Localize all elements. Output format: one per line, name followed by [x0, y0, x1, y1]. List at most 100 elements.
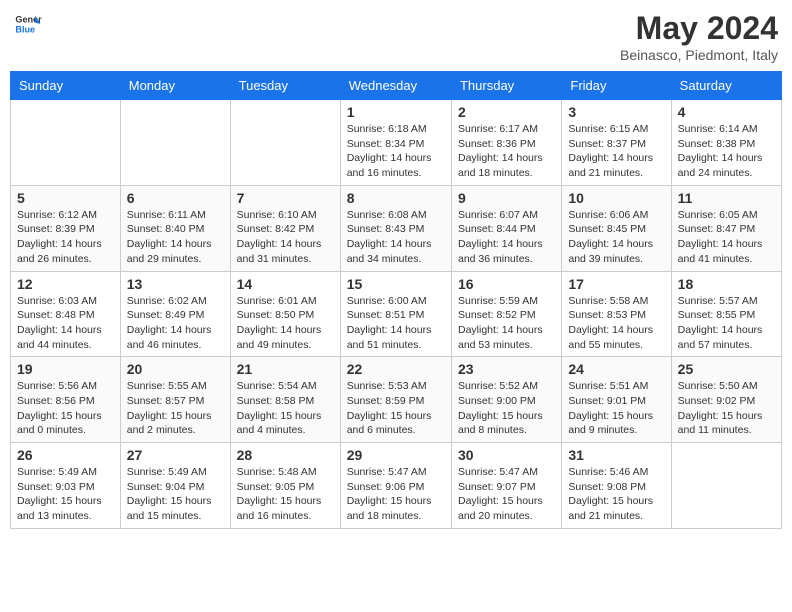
calendar-cell: 23 Sunrise: 5:52 AM Sunset: 9:00 PM Dayli… [451, 357, 561, 443]
calendar-header-row: SundayMondayTuesdayWednesdayThursdayFrid… [11, 72, 782, 100]
day-info: Sunrise: 6:07 AM Sunset: 8:44 PM Dayligh… [458, 208, 555, 267]
day-number: 10 [568, 190, 664, 206]
calendar-cell: 22Sunrise: 5:53 AM Sunset: 8:59 PM Dayli… [340, 357, 451, 443]
day-number: 29 [347, 447, 445, 463]
day-info: Sunrise: 6:15 AM Sunset: 8:37 PM Dayligh… [568, 122, 664, 181]
column-header-wednesday: Wednesday [340, 72, 451, 100]
day-number: 24 [568, 361, 664, 377]
page-header: General Blue May 2024 Beinasco, Piedmont… [10, 10, 782, 63]
day-info: Sunrise: 6:05 AM Sunset: 8:47 PM Dayligh… [678, 208, 775, 267]
calendar-cell: 21Sunrise: 5:54 AM Sunset: 8:58 PM Dayli… [230, 357, 340, 443]
day-info: Sunrise: 5:55 AM Sunset: 8:57 PM Dayligh… [127, 379, 224, 438]
calendar-cell [120, 100, 230, 186]
calendar-cell: 18 Sunrise: 5:57 AM Sunset: 8:55 PM Dayli… [671, 271, 781, 357]
day-info: Sunrise: 6:14 AM Sunset: 8:38 PM Dayligh… [678, 122, 775, 181]
calendar-cell: 15 Sunrise: 6:00 AM Sunset: 8:51 PM Dayli… [340, 271, 451, 357]
calendar-week-row: 5 Sunrise: 6:12 AM Sunset: 8:39 PM Daylig… [11, 185, 782, 271]
day-number: 5 [17, 190, 114, 206]
calendar-cell: 3 Sunrise: 6:15 AM Sunset: 8:37 PM Daylig… [562, 100, 671, 186]
calendar-week-row: 1 Sunrise: 6:18 AM Sunset: 8:34 PM Daylig… [11, 100, 782, 186]
day-number: 3 [568, 104, 664, 120]
day-number: 19 [17, 361, 114, 377]
calendar-cell: 24 Sunrise: 5:51 AM Sunset: 9:01 PM Dayli… [562, 357, 671, 443]
day-info: Sunrise: 5:58 AM Sunset: 8:53 PM Dayligh… [568, 294, 664, 353]
day-info: Sunrise: 5:49 AM Sunset: 9:04 PM Dayligh… [127, 465, 224, 524]
title-block: May 2024 Beinasco, Piedmont, Italy [620, 10, 778, 63]
calendar-cell: 11 Sunrise: 6:05 AM Sunset: 8:47 PM Dayli… [671, 185, 781, 271]
day-number: 18 [678, 276, 775, 292]
calendar-cell: 28 Sunrise: 5:48 AM Sunset: 9:05 PM Dayli… [230, 443, 340, 529]
day-number: 7 [237, 190, 334, 206]
calendar-cell: 10 Sunrise: 6:06 AM Sunset: 8:45 PM Dayli… [562, 185, 671, 271]
calendar-table: SundayMondayTuesdayWednesdayThursdayFrid… [10, 71, 782, 529]
calendar-cell: 12 Sunrise: 6:03 AM Sunset: 8:48 PM Dayli… [11, 271, 121, 357]
day-info: Sunrise: 6:11 AM Sunset: 8:40 PM Dayligh… [127, 208, 224, 267]
day-number: 16 [458, 276, 555, 292]
column-header-thursday: Thursday [451, 72, 561, 100]
svg-text:Blue: Blue [15, 24, 35, 34]
day-info: Sunrise: 5:57 AM Sunset: 8:55 PM Dayligh… [678, 294, 775, 353]
day-info: Sunrise: 5:53 AM Sunset: 8:59 PM Dayligh… [347, 379, 445, 438]
day-number: 26 [17, 447, 114, 463]
day-number: 17 [568, 276, 664, 292]
calendar-cell: 29 Sunrise: 5:47 AM Sunset: 9:06 PM Dayli… [340, 443, 451, 529]
day-number: 6 [127, 190, 224, 206]
day-number: 9 [458, 190, 555, 206]
calendar-cell: 20 Sunrise: 5:55 AM Sunset: 8:57 PM Dayli… [120, 357, 230, 443]
day-info: Sunrise: 6:01 AM Sunset: 8:50 PM Dayligh… [237, 294, 334, 353]
day-number: 31 [568, 447, 664, 463]
day-info: Sunrise: 6:08 AM Sunset: 8:43 PM Dayligh… [347, 208, 445, 267]
day-info: Sunrise: 6:18 AM Sunset: 8:34 PM Dayligh… [347, 122, 445, 181]
column-header-friday: Friday [562, 72, 671, 100]
calendar-week-row: 26Sunrise: 5:49 AM Sunset: 9:03 PM Dayli… [11, 443, 782, 529]
calendar-cell: 26Sunrise: 5:49 AM Sunset: 9:03 PM Dayli… [11, 443, 121, 529]
day-info: Sunrise: 5:54 AM Sunset: 8:58 PM Dayligh… [237, 379, 334, 438]
day-number: 20 [127, 361, 224, 377]
calendar-cell: 2 Sunrise: 6:17 AM Sunset: 8:36 PM Daylig… [451, 100, 561, 186]
day-info: Sunrise: 5:52 AM Sunset: 9:00 PM Dayligh… [458, 379, 555, 438]
day-number: 15 [347, 276, 445, 292]
day-info: Sunrise: 5:46 AM Sunset: 9:08 PM Dayligh… [568, 465, 664, 524]
calendar-cell [11, 100, 121, 186]
logo-icon: General Blue [14, 10, 42, 38]
calendar-cell: 14 Sunrise: 6:01 AM Sunset: 8:50 PM Dayli… [230, 271, 340, 357]
calendar-cell: 7Sunrise: 6:10 AM Sunset: 8:42 PM Daylig… [230, 185, 340, 271]
day-number: 12 [17, 276, 114, 292]
calendar-cell: 6 Sunrise: 6:11 AM Sunset: 8:40 PM Daylig… [120, 185, 230, 271]
calendar-week-row: 19 Sunrise: 5:56 AM Sunset: 8:56 PM Dayli… [11, 357, 782, 443]
day-info: Sunrise: 5:47 AM Sunset: 9:06 PM Dayligh… [347, 465, 445, 524]
calendar-cell: 8Sunrise: 6:08 AM Sunset: 8:43 PM Daylig… [340, 185, 451, 271]
column-header-saturday: Saturday [671, 72, 781, 100]
day-number: 4 [678, 104, 775, 120]
day-info: Sunrise: 5:56 AM Sunset: 8:56 PM Dayligh… [17, 379, 114, 438]
day-number: 30 [458, 447, 555, 463]
day-info: Sunrise: 6:03 AM Sunset: 8:48 PM Dayligh… [17, 294, 114, 353]
calendar-cell: 31 Sunrise: 5:46 AM Sunset: 9:08 PM Dayli… [562, 443, 671, 529]
calendar-cell: 13Sunrise: 6:02 AM Sunset: 8:49 PM Dayli… [120, 271, 230, 357]
day-number: 13 [127, 276, 224, 292]
day-number: 1 [347, 104, 445, 120]
day-info: Sunrise: 6:17 AM Sunset: 8:36 PM Dayligh… [458, 122, 555, 181]
column-header-sunday: Sunday [11, 72, 121, 100]
day-number: 14 [237, 276, 334, 292]
day-info: Sunrise: 6:06 AM Sunset: 8:45 PM Dayligh… [568, 208, 664, 267]
day-number: 27 [127, 447, 224, 463]
calendar-cell: 1 Sunrise: 6:18 AM Sunset: 8:34 PM Daylig… [340, 100, 451, 186]
day-info: Sunrise: 6:12 AM Sunset: 8:39 PM Dayligh… [17, 208, 114, 267]
day-number: 2 [458, 104, 555, 120]
logo: General Blue [14, 10, 42, 38]
day-info: Sunrise: 5:48 AM Sunset: 9:05 PM Dayligh… [237, 465, 334, 524]
day-info: Sunrise: 5:51 AM Sunset: 9:01 PM Dayligh… [568, 379, 664, 438]
calendar-cell: 19 Sunrise: 5:56 AM Sunset: 8:56 PM Dayli… [11, 357, 121, 443]
calendar-cell: 9 Sunrise: 6:07 AM Sunset: 8:44 PM Daylig… [451, 185, 561, 271]
calendar-cell [671, 443, 781, 529]
day-info: Sunrise: 5:59 AM Sunset: 8:52 PM Dayligh… [458, 294, 555, 353]
day-number: 23 [458, 361, 555, 377]
column-header-monday: Monday [120, 72, 230, 100]
day-number: 28 [237, 447, 334, 463]
calendar-cell: 16 Sunrise: 5:59 AM Sunset: 8:52 PM Dayli… [451, 271, 561, 357]
day-number: 25 [678, 361, 775, 377]
day-number: 11 [678, 190, 775, 206]
day-info: Sunrise: 6:00 AM Sunset: 8:51 PM Dayligh… [347, 294, 445, 353]
calendar-cell: 17 Sunrise: 5:58 AM Sunset: 8:53 PM Dayli… [562, 271, 671, 357]
